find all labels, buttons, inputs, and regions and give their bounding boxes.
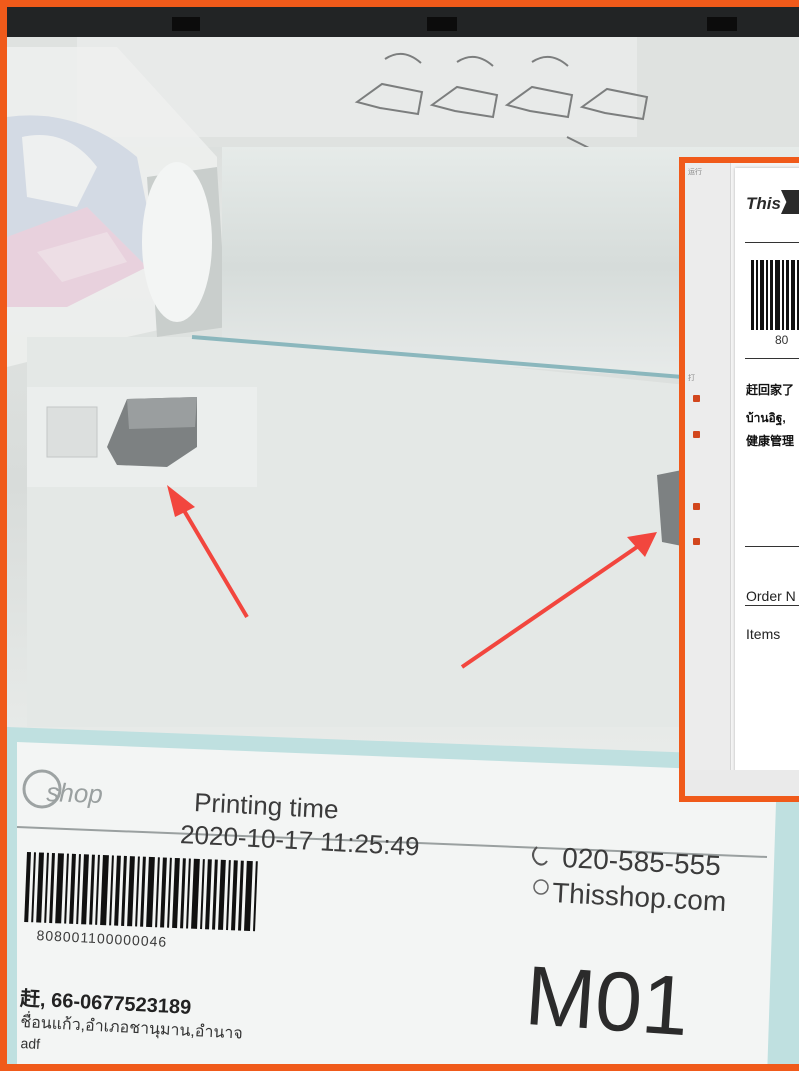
checkbox[interactable] (693, 503, 700, 510)
preview-label: This 80 赶回家了 บ้านอิฐ, 健康管理 Order N Items (735, 168, 799, 778)
preview-sidebar: 运行 打 (685, 163, 731, 796)
sidebar-caption: 运行 (688, 169, 702, 176)
printer-top-edge (7, 7, 799, 37)
divider (745, 358, 799, 359)
shop-logo-icon (781, 190, 799, 214)
preview-address-line-3: 健康管理 (746, 434, 795, 448)
print-preview-inset: 运行 打 This 80 赶回家了 บ้านอิฐ, 健康管理 Order N … (679, 157, 799, 802)
preview-barcode (751, 260, 799, 330)
items-label: Items (746, 626, 781, 642)
order-number-label: Order N (746, 588, 796, 604)
paper-roll-spindle (142, 162, 212, 322)
label-route-code: M01 (522, 947, 692, 1054)
printer-latch (427, 17, 457, 31)
sidebar-caption: 打 (688, 375, 695, 382)
preview-address-line-2: บ้านอิฐ, (746, 411, 786, 425)
preview-logo-text: This (746, 194, 781, 213)
preview-barcode-number: 80 (775, 333, 789, 347)
printer-latch (707, 17, 737, 31)
checkbox[interactable] (693, 431, 700, 438)
label-address-line-3: adf (20, 1035, 41, 1052)
label-logo-text: shop (45, 777, 104, 809)
divider (745, 605, 799, 606)
checkbox[interactable] (693, 538, 700, 545)
preview-footer (685, 770, 799, 796)
preview-address-line-1: 赶回家了 (746, 383, 795, 397)
checkbox[interactable] (693, 395, 700, 402)
printer-latch (172, 17, 200, 31)
divider (745, 242, 799, 243)
screenshot-frame: shop Printing time 2020-10-17 11:25:49 0… (0, 0, 799, 1071)
divider (745, 546, 799, 547)
